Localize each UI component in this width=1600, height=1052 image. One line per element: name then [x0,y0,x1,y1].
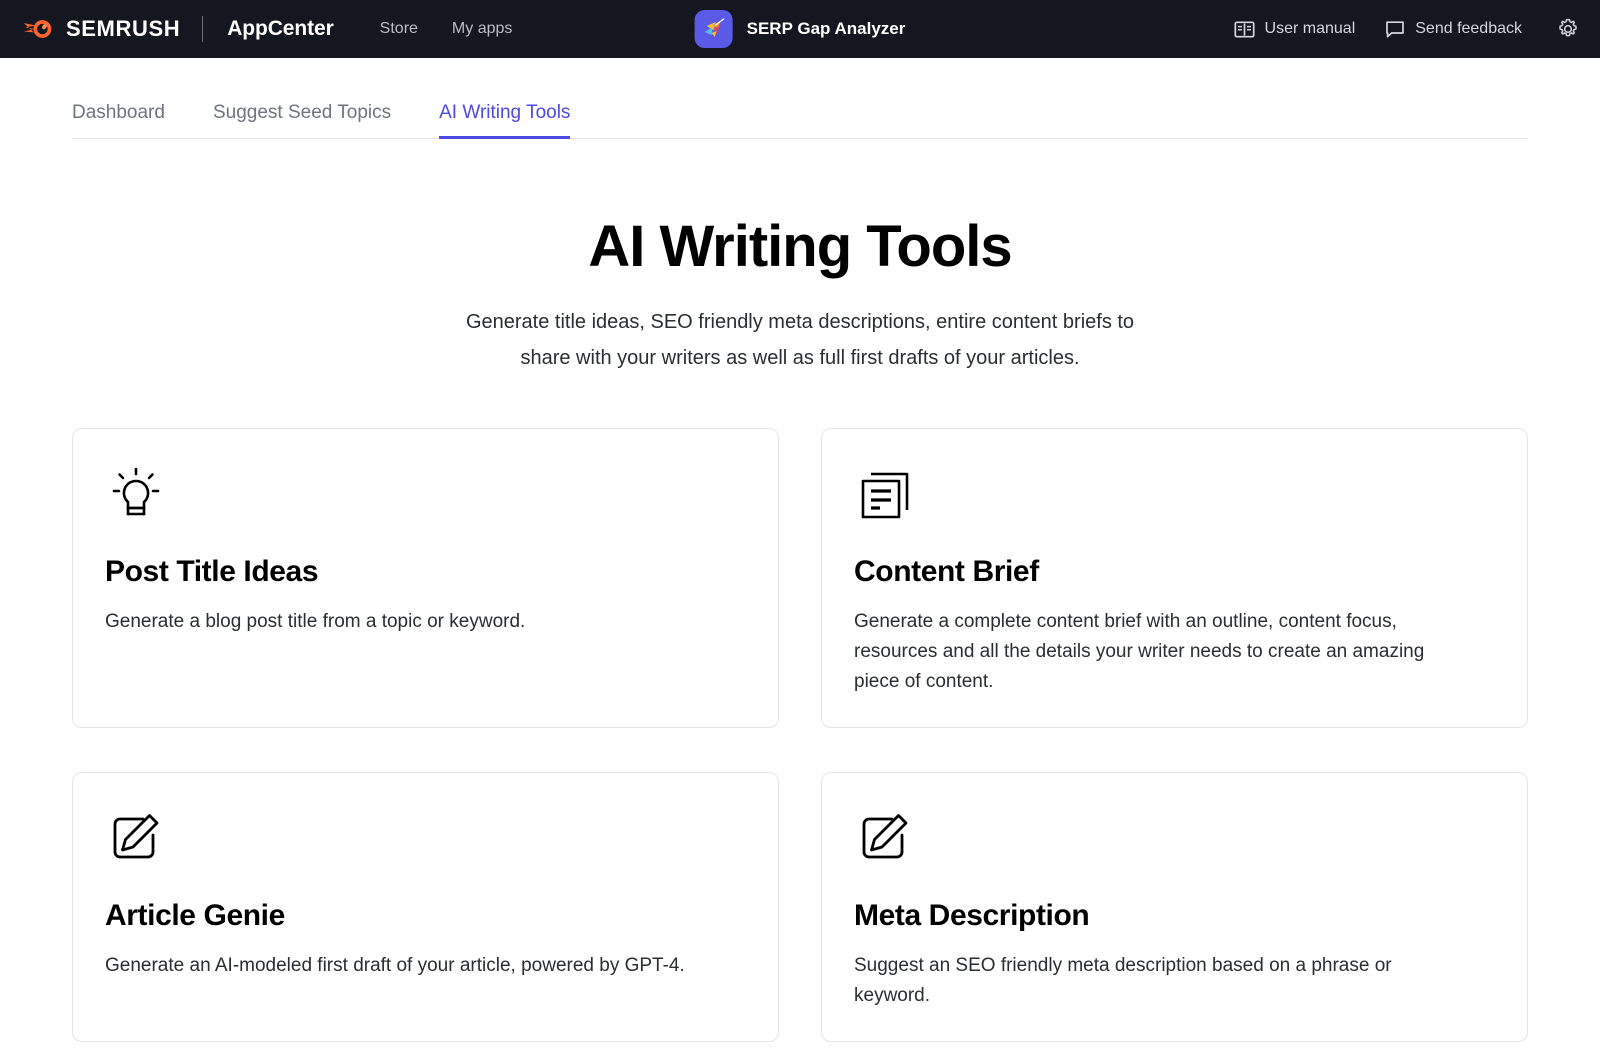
card-icon-slot [854,463,1495,525]
send-feedback-button[interactable]: Send feedback [1385,20,1522,39]
tool-cards-grid: Post Title Ideas Generate a blog post ti… [72,427,1528,1042]
speech-bubble-icon [1386,20,1405,37]
documents-icon [861,472,909,519]
gear-icon [1559,18,1577,37]
semrush-comet-icon [23,20,52,38]
topnav-link-my-apps[interactable]: My apps [452,20,512,38]
tool-card-article-genie[interactable]: Article Genie Generate an AI-modeled fir… [72,771,779,1042]
appcenter-wordmark: AppCenter [227,17,334,40]
app-title: SERP Gap Analyzer [746,19,906,38]
tab-dashboard[interactable]: Dashboard [72,102,165,139]
page-subtitle-line-1: Generate title ideas, SEO friendly meta … [465,310,1135,333]
card-title: Content Brief [854,554,1039,588]
edit-pencil-icon [113,814,159,859]
card-description: Generate a complete content brief with a… [854,610,1425,692]
hummingbird-app-icon [694,10,733,48]
semrush-wordmark: SEMRUSH [66,16,181,41]
tab-suggest-seed-topics[interactable]: Suggest Seed Topics [213,102,391,139]
page-subtitle-line-2: share with your writers as well as full … [520,346,1080,369]
tab-ai-writing-tools[interactable]: AI Writing Tools [439,102,571,139]
card-icon-slot [105,807,746,869]
page-title: AI Writing Tools [588,214,1012,279]
tabs-container: Dashboard Suggest Seed Topics AI Writing… [0,102,1600,139]
card-description: Generate a blog post title from a topic … [105,610,526,632]
hero-section: AI Writing Tools Generate title ideas, S… [0,214,1600,376]
send-feedback-label: Send feedback [1415,20,1522,37]
tool-card-post-title-ideas[interactable]: Post Title Ideas Generate a blog post ti… [72,427,779,728]
user-manual-button[interactable]: User manual [1233,20,1356,39]
semrush-brand-logo[interactable]: SEMRUSH AppCenter [22,16,334,42]
top-bar-actions: User manual Send feedback [1233,15,1582,43]
top-bar: SEMRUSH AppCenter Store My apps SERP Gap… [0,0,1600,58]
lightbulb-icon [112,467,160,516]
page-subtitle: Generate title ideas, SEO friendly meta … [385,304,1215,376]
tool-card-content-brief[interactable]: Content Brief Generate a complete conten… [821,427,1528,728]
card-title: Post Title Ideas [105,554,319,588]
brand-divider [202,16,204,42]
book-icon [1233,20,1255,38]
card-description: Generate an AI-modeled first draft of yo… [105,954,685,976]
tab-bar: Dashboard Suggest Seed Topics AI Writing… [72,102,1528,139]
app-title-group: SERP Gap Analyzer [694,10,906,48]
card-title: Article Genie [105,898,285,932]
card-description: Suggest an SEO friendly meta description… [854,954,1392,1006]
topnav-link-store[interactable]: Store [380,20,418,38]
settings-button[interactable] [1554,15,1582,43]
card-icon-slot [105,463,746,525]
top-nav: Store My apps [380,20,513,38]
edit-pencil-icon [862,814,908,859]
card-title: Meta Description [854,898,1090,932]
card-icon-slot [854,807,1495,869]
tool-card-meta-description[interactable]: Meta Description Suggest an SEO friendly… [821,771,1528,1042]
user-manual-label: User manual [1264,20,1356,37]
